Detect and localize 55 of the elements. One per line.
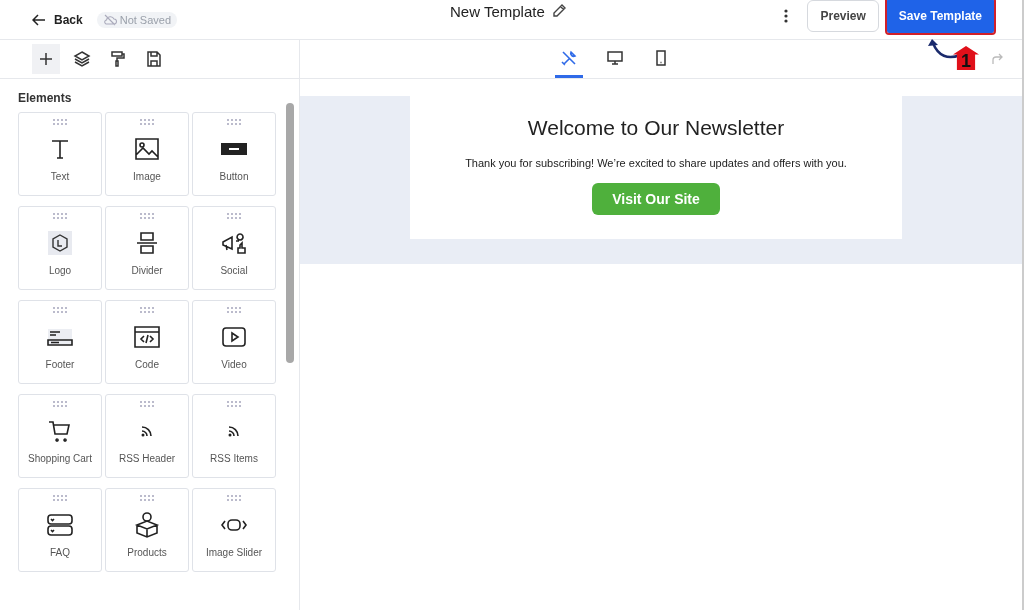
- step-marker: 1: [953, 46, 979, 70]
- drag-handle-icon: [52, 119, 68, 125]
- plus-icon: [37, 50, 55, 68]
- save-status-text: Not Saved: [119, 13, 172, 26]
- drag-handle-icon: [226, 307, 242, 313]
- save-template-button[interactable]: Save Template: [886, 0, 994, 33]
- drag-handle-icon: [226, 119, 242, 125]
- box-icon: [133, 511, 161, 539]
- element-tile[interactable]: FAQ: [18, 488, 102, 572]
- paint-roller-icon: [109, 50, 127, 68]
- drag-handle-icon: [226, 495, 242, 501]
- drag-handle-icon: [52, 495, 68, 501]
- more-icon[interactable]: [783, 7, 790, 24]
- element-tile[interactable]: Products: [105, 488, 189, 572]
- element-tile[interactable]: Logo: [18, 206, 102, 290]
- element-tile[interactable]: Social: [192, 206, 276, 290]
- desktop-icon: [606, 48, 624, 67]
- element-tile[interactable]: Image Slider: [192, 488, 276, 572]
- email-heading: Welcome to Our Newsletter: [527, 116, 785, 140]
- element-tile[interactable]: Text: [18, 112, 102, 196]
- drag-handle-icon: [139, 401, 155, 407]
- section-title: Elements: [18, 91, 73, 105]
- drag-handle-icon: [139, 307, 155, 313]
- element-tile[interactable]: Code: [105, 300, 189, 384]
- logo-icon: [46, 229, 74, 257]
- element-tile[interactable]: Footer: [18, 300, 102, 384]
- pencil-icon[interactable]: [550, 3, 567, 19]
- template-title: New Template: [450, 2, 545, 20]
- element-tile[interactable]: RSS Header: [105, 394, 189, 478]
- drag-handle-icon: [226, 213, 242, 219]
- drag-handle-icon: [52, 307, 68, 313]
- layers-icon: [73, 50, 91, 68]
- element-tile[interactable]: RSS Items: [192, 394, 276, 478]
- preview-button[interactable]: Preview: [807, 0, 879, 32]
- back-button[interactable]: Back: [30, 10, 85, 29]
- element-tile[interactable]: Divider: [105, 206, 189, 290]
- tools-icon: [560, 48, 578, 67]
- cloud-off-icon: [102, 13, 117, 26]
- element-tile[interactable]: Video: [192, 300, 276, 384]
- back-arrow-icon: [32, 13, 46, 26]
- save-icon: [145, 50, 163, 68]
- element-tile[interactable]: Shopping Cart: [18, 394, 102, 478]
- drag-handle-icon: [139, 213, 155, 219]
- drag-handle-icon: [52, 213, 68, 219]
- drag-handle-icon: [52, 401, 68, 407]
- drag-handle-icon: [139, 119, 155, 125]
- element-tile[interactable]: Image: [105, 112, 189, 196]
- code-icon: [133, 323, 161, 351]
- element-tile[interactable]: Button: [192, 112, 276, 196]
- image-icon: [133, 135, 161, 163]
- faq-icon: [46, 511, 74, 539]
- drag-handle-icon: [139, 495, 155, 501]
- plus-tab[interactable]: [32, 44, 60, 74]
- drag-handle-icon: [226, 401, 242, 407]
- email-text: Thank you for subscribing! We’re excited to share updates and offers with you.: [465, 157, 847, 169]
